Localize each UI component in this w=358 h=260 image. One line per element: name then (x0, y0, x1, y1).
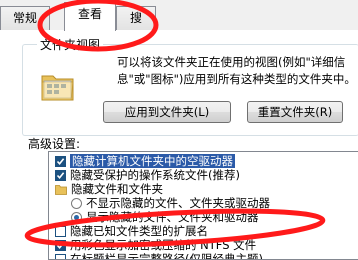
setting-show-hidden[interactable]: 显示隐藏的文件、文件夹和驱动器 (71, 210, 259, 224)
checkbox-icon[interactable] (55, 225, 66, 237)
folder-view-icon (41, 75, 74, 101)
folder-icon (55, 184, 67, 195)
setting-full-path-titlebar[interactable]: 在标题栏显示完整路径(仅限经典主题) (55, 252, 263, 260)
setting-label: 用彩色显示加密或压缩的 NTFS 文件 (70, 238, 257, 252)
tab-view[interactable]: 查看 (64, 2, 116, 31)
reset-folders-button[interactable]: 重置文件夹(R) (247, 101, 343, 123)
checkbox-icon[interactable] (55, 169, 66, 181)
setting-label: 隐藏计算机文件夹中的空驱动器 (70, 154, 235, 168)
tab-search-label: 搜 (129, 11, 142, 25)
apply-to-folders-button[interactable]: 应用到文件夹(L) (103, 101, 231, 123)
setting-dont-show-hidden[interactable]: 不显示隐藏的文件、文件夹或驱动器 (71, 196, 270, 210)
folder-views-group: 文件夹视图 可以将该文件夹正在使用的视图(例如"详细信息"或"图标")应用到所有… (22, 36, 358, 136)
setting-label: 不显示隐藏的文件、文件夹或驱动器 (86, 196, 270, 210)
view-tab-panel: 文件夹视图 可以将该文件夹正在使用的视图(例如"详细信息"或"图标")应用到所有… (0, 30, 358, 260)
setting-label: 显示隐藏的文件、文件夹和驱动器 (86, 210, 259, 224)
setting-label: 隐藏受保护的操作系统文件(推荐) (70, 168, 240, 182)
setting-label: 隐藏已知文件类型的扩展名 (70, 224, 208, 238)
checkbox-icon[interactable] (55, 239, 66, 251)
setting-color-ntfs[interactable]: 用彩色显示加密或压缩的 NTFS 文件 (55, 238, 256, 252)
advanced-settings-label: 高级设置: (28, 137, 81, 151)
setting-hide-empty-drives[interactable]: 隐藏计算机文件夹中的空驱动器 (55, 154, 235, 168)
radio-icon[interactable] (71, 197, 82, 209)
checkbox-icon[interactable] (55, 155, 66, 167)
setting-hide-extensions[interactable]: 隐藏已知文件类型的扩展名 (55, 224, 208, 238)
reset-folders-label: 重置文件夹(R) (257, 105, 333, 119)
radio-icon[interactable] (71, 211, 82, 223)
tab-strip: 常规 查看 搜 (0, 0, 358, 31)
tab-general-label: 常规 (12, 11, 37, 25)
advanced-settings-tree[interactable]: 隐藏计算机文件夹中的空驱动器 隐藏受保护的操作系统文件(推荐) 隐藏文件和文件夹… (48, 151, 358, 260)
tab-general[interactable]: 常规 (0, 6, 50, 30)
apply-to-folders-label: 应用到文件夹(L) (124, 105, 210, 119)
setting-hidden-files-folders: 隐藏文件和文件夹 (55, 182, 163, 196)
tab-search[interactable]: 搜 (116, 6, 156, 30)
folder-views-title: 文件夹视图 (37, 36, 104, 53)
checkbox-icon[interactable] (55, 253, 66, 259)
folder-views-description: 可以将该文件夹正在使用的视图(例如"详细信息"或"图标")应用到所有这种类型的文… (117, 55, 356, 86)
setting-label: 隐藏文件和文件夹 (71, 182, 163, 196)
tab-view-label: 查看 (77, 7, 102, 21)
setting-label: 在标题栏显示完整路径(仅限经典主题) (70, 252, 263, 260)
setting-hide-protected-os-files[interactable]: 隐藏受保护的操作系统文件(推荐) (55, 168, 240, 182)
